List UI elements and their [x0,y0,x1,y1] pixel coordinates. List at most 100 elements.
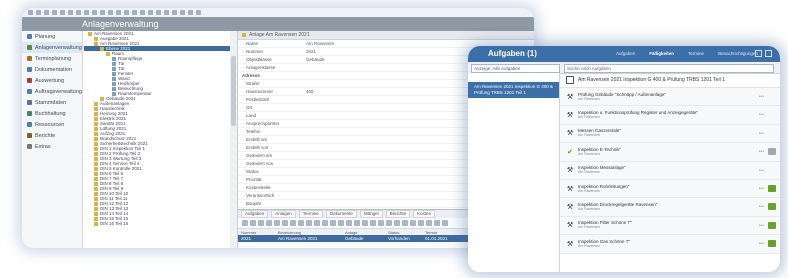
task-action-button[interactable] [768,240,776,248]
tool-button-icon[interactable] [314,220,320,226]
tree-scrollbar[interactable] [230,31,238,248]
property-value[interactable]: Am Ravensen [306,41,334,46]
bottom-tab[interactable]: Mängel [359,210,383,218]
grid-column-header[interactable]: Bezeichnung [275,230,342,235]
toolbar-button-icon[interactable] [108,10,113,15]
tool-button-icon[interactable] [370,220,376,226]
property-value[interactable]: 400 [306,89,314,94]
list-item[interactable]: ⚒ Prüfung Gebäude "Schnäpp / Außenanlage"… [560,88,780,107]
property-value[interactable]: Gebäude [306,57,325,62]
tool-button-icon[interactable] [322,220,328,226]
property-value[interactable]: 2021 [306,49,316,54]
tool-button-icon[interactable] [306,220,312,226]
tool-button-icon[interactable] [378,220,384,226]
tool-button-icon[interactable] [362,220,368,226]
toolbar-button-icon[interactable] [52,10,57,15]
toolbar-button-icon[interactable] [140,10,145,15]
list-item[interactable]: ⚒ Inspektion Druckregelgeräte Ravensen" Am… [560,198,780,217]
grid-column-header[interactable]: Anlage [342,230,385,235]
tool-button-icon[interactable] [266,220,272,226]
task-action-button[interactable] [768,148,776,156]
tab-1[interactable]: Aufgaben [616,51,635,56]
tool-button-icon[interactable] [442,220,448,226]
tool-button-icon[interactable] [250,220,256,226]
tool-button-icon[interactable] [274,220,280,226]
tool-button-icon[interactable] [242,220,248,226]
list-item[interactable]: ⚒ Inspektion Messanlage" Am Ravensen ••• [560,161,780,180]
list-item[interactable]: ⚒ Inspektion Rohrleitungen" Am Ravensen ••• [560,179,780,199]
toolbar-button-icon[interactable] [124,10,129,15]
toolbar-button-icon[interactable] [44,10,49,15]
tool-button-icon[interactable] [282,220,288,226]
nav-item[interactable]: Anlagenverwaltung [22,42,82,53]
nav-item[interactable]: Ressourcen [22,119,82,130]
grid-column-header[interactable]: Nummer [238,230,275,235]
more-icon[interactable]: ••• [759,112,764,118]
more-icon[interactable]: ••• [759,223,764,229]
tool-button-icon[interactable] [402,220,408,226]
toolbar-button-icon[interactable] [172,10,177,15]
toolbar-button-icon[interactable] [156,10,161,15]
scroll-thumb[interactable] [231,56,236,126]
maximize-icon[interactable] [765,50,772,57]
tool-button-icon[interactable] [386,220,392,226]
task-action-button[interactable] [768,184,776,192]
toolbar-button-icon[interactable] [180,10,185,15]
tool-button-icon[interactable] [426,220,432,226]
nav-item[interactable]: Berichte [22,130,82,141]
bottom-tab[interactable]: Berichte [385,210,411,218]
list-item[interactable]: ⚒ Inspektion u. Funktionsprüfung Register… [560,106,780,125]
more-icon[interactable]: ••• [759,149,764,155]
tool-button-icon[interactable] [434,220,440,226]
toolbar-button-icon[interactable] [116,10,121,15]
bottom-tab[interactable]: Termine [298,210,323,218]
tool-button-icon[interactable] [418,220,424,226]
tool-button-icon[interactable] [354,220,360,226]
nav-item[interactable]: Terminplanung [22,53,82,64]
tool-button-icon[interactable] [346,220,352,226]
list-item[interactable]: ⚒ Inspektion Gas Schöne T" Am Ravensen ••• [560,235,780,254]
search-input[interactable]: Suche nach Aufgaben [564,64,774,73]
toolbar-button-icon[interactable] [60,10,65,15]
toolbar-button-icon[interactable] [148,10,153,15]
task-action-button[interactable] [768,203,776,211]
tab-2[interactable]: Fälligkeiten [649,51,674,56]
toolbar-button-icon[interactable] [196,10,201,15]
nav-item[interactable]: Stammdaten [22,97,82,108]
task-action-button[interactable] [768,221,776,229]
more-icon[interactable]: ••• [759,131,764,137]
more-icon[interactable]: ••• [759,204,764,210]
toolbar-button-icon[interactable] [132,10,137,15]
toolbar-button-icon[interactable] [36,10,41,15]
tool-button-icon[interactable] [338,220,344,226]
more-icon[interactable]: ••• [759,168,764,174]
tool-button-icon[interactable] [290,220,296,226]
toolbar-button-icon[interactable] [84,10,89,15]
nav-item[interactable]: Buchhaltung [22,108,82,119]
more-icon[interactable]: ••• [759,241,764,247]
more-icon[interactable]: ••• [759,186,764,192]
nav-item[interactable]: Planung [22,31,82,42]
bottom-tab[interactable]: Aufgaben [241,210,269,218]
toolbar-button-icon[interactable] [164,10,169,15]
tree-node[interactable]: DIN 16 Teil 16 [84,221,230,226]
nav-item[interactable]: Auftragsverwaltung [22,86,82,97]
bottom-tab[interactable]: Anlagen [271,210,296,218]
list-item[interactable]: ⚒ Messen Gaszentrale" Am Ravensen ••• [560,124,780,144]
grid-column-header[interactable]: Termin [422,230,465,235]
toolbar-button-icon[interactable] [28,10,33,15]
tool-button-icon[interactable] [394,220,400,226]
nav-item[interactable]: Auswertung [22,75,82,86]
nav-item[interactable]: Dokumentation [22,64,82,75]
bottom-tab[interactable]: Kosten [413,210,436,218]
tab-3[interactable]: Termine [688,51,704,56]
minimize-icon[interactable] [755,50,762,57]
nav-item[interactable]: Extras [22,141,82,152]
toolbar-button-icon[interactable] [92,10,97,15]
toolbar-button-icon[interactable] [100,10,105,15]
list-item[interactable]: ✔ Inspektion E-Technik" Am Ravensen ••• [560,143,780,162]
tool-button-icon[interactable] [258,220,264,226]
selected-task-group[interactable]: Am Ravensen 2021 Inspektion G 400 & Prüf… [468,82,559,98]
tool-button-icon[interactable] [330,220,336,226]
tool-button-icon[interactable] [298,220,304,226]
